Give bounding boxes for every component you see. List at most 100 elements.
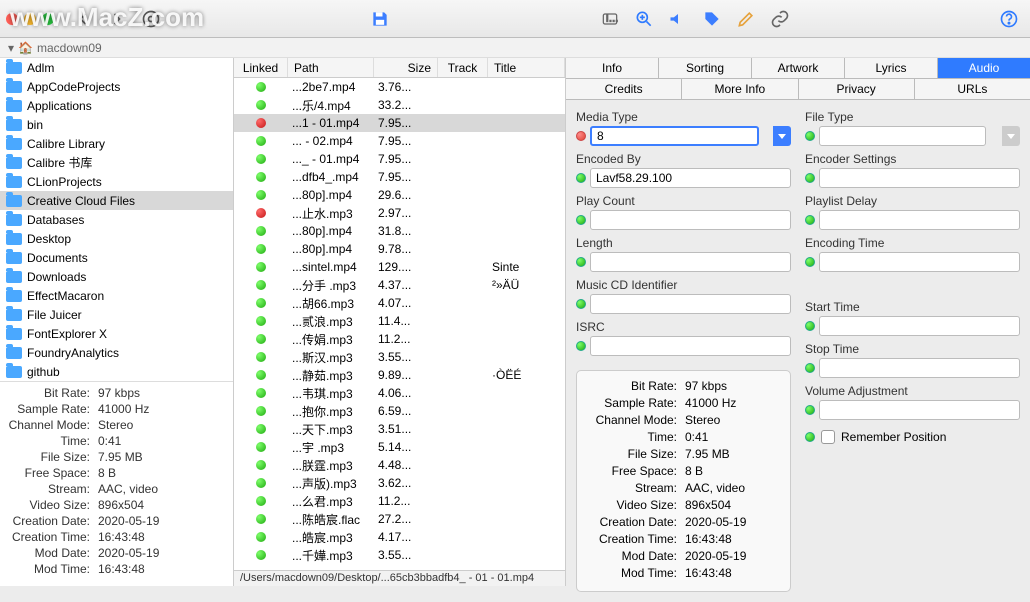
save-button[interactable] [365, 6, 395, 32]
sidebar-folder-item[interactable]: github [0, 362, 233, 381]
edit-icon[interactable] [731, 6, 761, 32]
sidebar-folder-item[interactable]: Applications [0, 96, 233, 115]
file-row[interactable]: ...dfb4_.mp47.95... [234, 168, 565, 186]
file-row[interactable]: ...传娟.mp311.2... [234, 330, 565, 348]
start-time-input[interactable] [819, 316, 1020, 336]
folder-icon [6, 138, 22, 150]
file-row[interactable]: ... - 02.mp47.95... [234, 132, 565, 150]
tab-urls[interactable]: URLs [915, 79, 1030, 99]
file-row[interactable]: ..._ - 01.mp47.95... [234, 150, 565, 168]
tab-privacy[interactable]: Privacy [799, 79, 915, 99]
tab-info[interactable]: Info [566, 58, 659, 78]
file-row[interactable]: ...分手 .mp34.37...²»ÄÜ [234, 276, 565, 294]
encoding-time-input[interactable] [819, 252, 1020, 272]
sidebar-folder-item[interactable]: Adlm [0, 58, 233, 77]
file-row[interactable]: ...陈皓宸.flac27.2... [234, 510, 565, 528]
tab-lyrics[interactable]: Lyrics [845, 58, 938, 78]
file-row[interactable]: ...80p].mp431.8... [234, 222, 565, 240]
sidebar-folder-item[interactable]: AppCodeProjects [0, 77, 233, 96]
tab-credits[interactable]: Credits [566, 79, 682, 99]
file-row[interactable]: ...斯汉.mp33.55... [234, 348, 565, 366]
file-row[interactable]: ...千嬅.mp33.55... [234, 546, 565, 564]
col-track[interactable]: Track [438, 58, 488, 77]
tab-audio[interactable]: Audio [938, 58, 1030, 78]
sidebar-folder-item[interactable]: EffectMacaron [0, 286, 233, 305]
back-button[interactable] [68, 6, 98, 32]
file-row[interactable]: ...胡66.mp34.07... [234, 294, 565, 312]
encoder-settings-input[interactable] [819, 168, 1020, 188]
zoom-in-icon[interactable] [629, 6, 659, 32]
file-row[interactable]: ...皓宸.mp34.17... [234, 528, 565, 546]
info-label: Video Size: [8, 498, 90, 514]
sidebar-folder-item[interactable]: Desktop [0, 229, 233, 248]
tag-icon[interactable] [697, 6, 727, 32]
col-path[interactable]: Path [288, 58, 374, 77]
zoom-window-button[interactable] [42, 13, 54, 25]
file-row[interactable]: ...80p].mp49.78... [234, 240, 565, 258]
file-path: ...千嬅.mp3 [288, 547, 374, 564]
stop-time-input[interactable] [819, 358, 1020, 378]
file-row[interactable]: ...韦琪.mp34.06... [234, 384, 565, 402]
info-value: 0:41 [98, 434, 121, 450]
disc-icon[interactable] [136, 6, 166, 32]
announce-icon[interactable] [663, 6, 693, 32]
encoded-by-input[interactable] [590, 168, 791, 188]
file-row[interactable]: ...1 - 01.mp47.95... [234, 114, 565, 132]
tab-more-info[interactable]: More Info [682, 79, 798, 99]
remember-position-checkbox[interactable] [821, 430, 835, 444]
sidebar-folder-item[interactable]: Databases [0, 210, 233, 229]
file-row[interactable]: ...2be7.mp43.76... [234, 78, 565, 96]
tab-sorting[interactable]: Sorting [659, 58, 752, 78]
file-row[interactable]: ...天下.mp33.51... [234, 420, 565, 438]
file-row[interactable]: ...80p].mp429.6... [234, 186, 565, 204]
file-row[interactable]: ...宇 .mp35.14... [234, 438, 565, 456]
text-icon[interactable]: I… [595, 6, 625, 32]
tab-artwork[interactable]: Artwork [752, 58, 845, 78]
sidebar-folder-item[interactable]: FoundryAnalytics [0, 343, 233, 362]
play-count-input[interactable] [590, 210, 791, 230]
playlist-delay-input[interactable] [819, 210, 1020, 230]
close-window-button[interactable] [6, 13, 18, 25]
isrc-input[interactable] [590, 336, 791, 356]
volume-adj-input[interactable] [819, 400, 1020, 420]
sidebar-folder-item[interactable]: CLionProjects [0, 172, 233, 191]
file-row[interactable]: ...么君.mp311.2... [234, 492, 565, 510]
infobox-value: 2020-05-19 [685, 515, 746, 532]
length-input[interactable] [590, 252, 791, 272]
file-row[interactable]: ...静茹.mp39.89...·ÒËÉ [234, 366, 565, 384]
col-size[interactable]: Size [374, 58, 438, 77]
help-icon[interactable] [994, 6, 1024, 32]
linked-led [256, 532, 266, 542]
chevron-down-icon[interactable]: ▾ [8, 41, 14, 55]
forward-button[interactable] [102, 6, 132, 32]
svg-text:I…: I… [605, 13, 618, 24]
file-type-input[interactable] [819, 126, 986, 146]
file-type-dropdown-button[interactable] [1002, 126, 1020, 146]
music-cd-input[interactable] [590, 294, 791, 314]
file-list-body[interactable]: ...2be7.mp43.76......乐/4.mp433.2......1 … [234, 78, 565, 570]
file-row[interactable]: ...sintel.mp4129....Sinte [234, 258, 565, 276]
file-row[interactable]: ...抱你.mp36.59... [234, 402, 565, 420]
media-type-input[interactable] [590, 126, 759, 146]
file-row[interactable]: ...乐/4.mp433.2... [234, 96, 565, 114]
sidebar-folder-item[interactable]: Documents [0, 248, 233, 267]
infobox-label: Mod Time: [587, 566, 677, 583]
col-linked[interactable]: Linked [234, 58, 288, 77]
file-row[interactable]: ...止水.mp32.97... [234, 204, 565, 222]
sidebar-folder-item[interactable]: File Juicer [0, 305, 233, 324]
sidebar-folder-item[interactable]: bin [0, 115, 233, 134]
file-row[interactable]: ...声版).mp33.62... [234, 474, 565, 492]
file-row[interactable]: ...朕霆.mp34.48... [234, 456, 565, 474]
media-type-dropdown-button[interactable] [773, 126, 791, 146]
link-icon[interactable] [765, 6, 795, 32]
file-row[interactable]: ...贰浪.mp311.4... [234, 312, 565, 330]
file-size: 11.4... [374, 314, 438, 328]
sidebar-folder-item[interactable]: Calibre 书库 [0, 153, 233, 172]
sidebar-folder-item[interactable]: Downloads [0, 267, 233, 286]
sidebar-folder-item[interactable]: FontExplorer X [0, 324, 233, 343]
col-title[interactable]: Title [488, 58, 565, 77]
sidebar-folder-item[interactable]: Creative Cloud Files [0, 191, 233, 210]
sidebar-folder-item[interactable]: Calibre Library [0, 134, 233, 153]
file-path: ...抱你.mp3 [288, 403, 374, 420]
minimize-window-button[interactable] [24, 13, 36, 25]
